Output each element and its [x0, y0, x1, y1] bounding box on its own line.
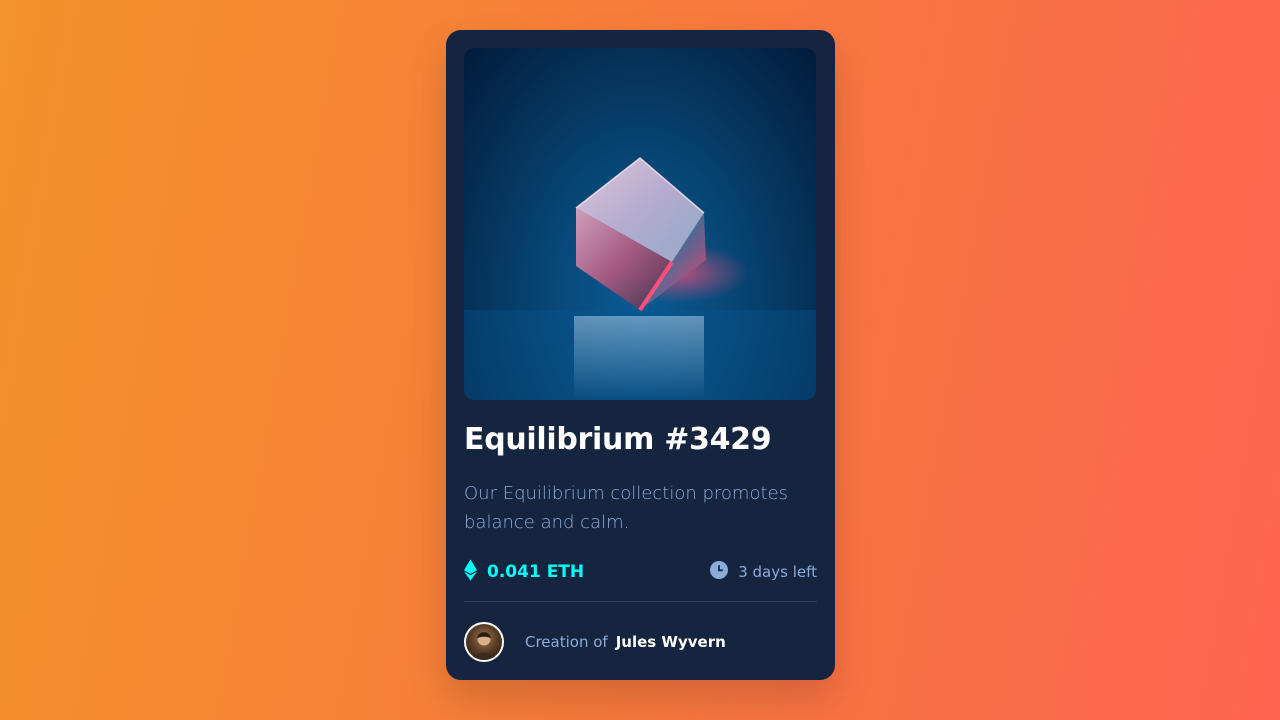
nft-title[interactable]: Equilibrium #3429	[464, 422, 817, 457]
time-left-value: 3 days left	[738, 563, 817, 581]
creator-label: Creation of	[525, 633, 608, 651]
creator: Creation of Jules Wyvern	[464, 622, 817, 662]
nft-meta: 0.041 ETH 3 days left	[464, 559, 817, 585]
price-value: 0.041 ETH	[487, 562, 585, 582]
time-left: 3 days left	[710, 561, 817, 583]
nft-card: Equilibrium #3429 Our Equilibrium collec…	[446, 30, 835, 680]
clock-icon	[710, 561, 729, 583]
ethereum-icon	[464, 559, 477, 585]
price: 0.041 ETH	[464, 559, 584, 585]
creator-avatar	[464, 622, 504, 662]
nft-image[interactable]	[464, 48, 816, 400]
divider	[464, 601, 817, 602]
creator-name-link[interactable]: Jules Wyvern	[616, 633, 726, 651]
glass-cube-image	[464, 157, 816, 400]
nft-description: Our Equilibrium collection promotes bala…	[464, 483, 788, 533]
